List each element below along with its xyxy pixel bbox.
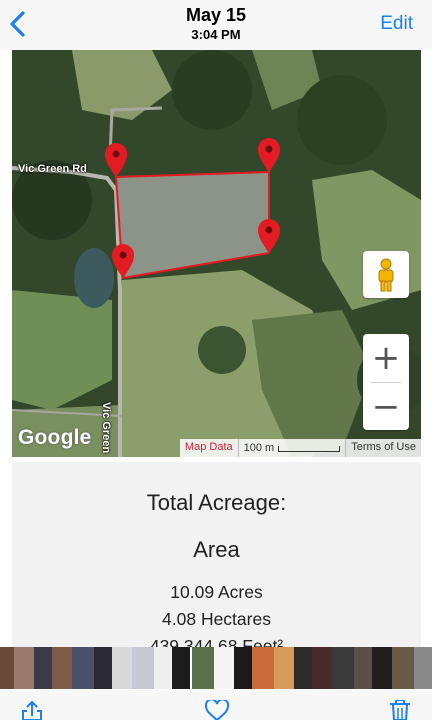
map-imagery bbox=[12, 50, 421, 457]
scale-label: 100 m bbox=[243, 442, 275, 454]
thumbnail[interactable] bbox=[132, 647, 154, 689]
thumbnail[interactable] bbox=[392, 647, 414, 689]
road-label: Vic Green bbox=[100, 402, 112, 454]
scale-line bbox=[278, 446, 341, 452]
zoom-in-button[interactable]: + bbox=[363, 334, 409, 382]
thumbnail[interactable] bbox=[294, 647, 312, 689]
thumbnail[interactable] bbox=[0, 647, 14, 689]
thumbnail[interactable] bbox=[52, 647, 72, 689]
thumbnail[interactable] bbox=[312, 647, 332, 689]
trash-icon bbox=[390, 699, 410, 720]
thumbnail-strip[interactable] bbox=[0, 647, 432, 689]
thumbnail[interactable] bbox=[274, 647, 294, 689]
edit-button[interactable]: Edit bbox=[380, 13, 413, 35]
thumbnail[interactable] bbox=[14, 647, 34, 689]
nav-time: 3:04 PM bbox=[191, 27, 241, 42]
thumbnail[interactable] bbox=[72, 647, 94, 689]
thumbnail[interactable] bbox=[214, 647, 234, 689]
road-label: Vic Green Rd bbox=[18, 163, 87, 175]
card-title: Total Acreage: bbox=[146, 490, 287, 515]
thumbnail[interactable] bbox=[154, 647, 172, 689]
bottom-toolbar bbox=[0, 690, 432, 720]
scale-bar: 100 m bbox=[237, 439, 346, 457]
share-button[interactable] bbox=[20, 700, 44, 720]
thumbnail[interactable] bbox=[234, 647, 252, 689]
thumbnail[interactable] bbox=[332, 647, 354, 689]
zoom-control: + − bbox=[363, 334, 409, 430]
hectares-value: 4.08 Hectares bbox=[162, 609, 271, 629]
google-logo: Google bbox=[18, 426, 92, 449]
street-view-button[interactable] bbox=[363, 251, 409, 298]
thumbnail[interactable] bbox=[112, 647, 132, 689]
delete-button[interactable] bbox=[389, 699, 411, 720]
nav-date: May 15 bbox=[185, 5, 247, 25]
share-icon bbox=[22, 700, 42, 720]
thumbnail[interactable] bbox=[414, 647, 432, 689]
heart-icon bbox=[204, 698, 230, 720]
card-subtitle: Area bbox=[193, 537, 240, 562]
thumbnail-selected[interactable] bbox=[190, 647, 216, 689]
acreage-card: Total Acreage: Area 10.09 Acres 4.08 Hec… bbox=[12, 462, 421, 648]
thumbnail[interactable] bbox=[252, 647, 274, 689]
satellite-map[interactable]: Vic Green Rd Vic Green + − Google Map Da… bbox=[12, 50, 421, 457]
thumbnail[interactable] bbox=[94, 647, 112, 689]
map-data-link[interactable]: Map Data bbox=[180, 439, 238, 457]
favorite-button[interactable] bbox=[204, 698, 230, 720]
zoom-out-button[interactable]: − bbox=[363, 383, 409, 431]
acres-value: 10.09 Acres bbox=[170, 582, 263, 602]
thumbnail[interactable] bbox=[372, 647, 392, 689]
thumbnail[interactable] bbox=[354, 647, 372, 689]
nav-bar: May 15 3:04 PM Edit bbox=[0, 0, 432, 50]
terms-link[interactable]: Terms of Use bbox=[345, 439, 421, 457]
screen: May 15 3:04 PM Edit Vic Green Rd Vic Gre… bbox=[0, 0, 432, 720]
map-attribution: Map Data 100 m Terms of Use bbox=[179, 439, 421, 457]
thumbnail[interactable] bbox=[34, 647, 52, 689]
pegman-icon bbox=[378, 258, 394, 291]
thumbnail[interactable] bbox=[172, 647, 192, 689]
